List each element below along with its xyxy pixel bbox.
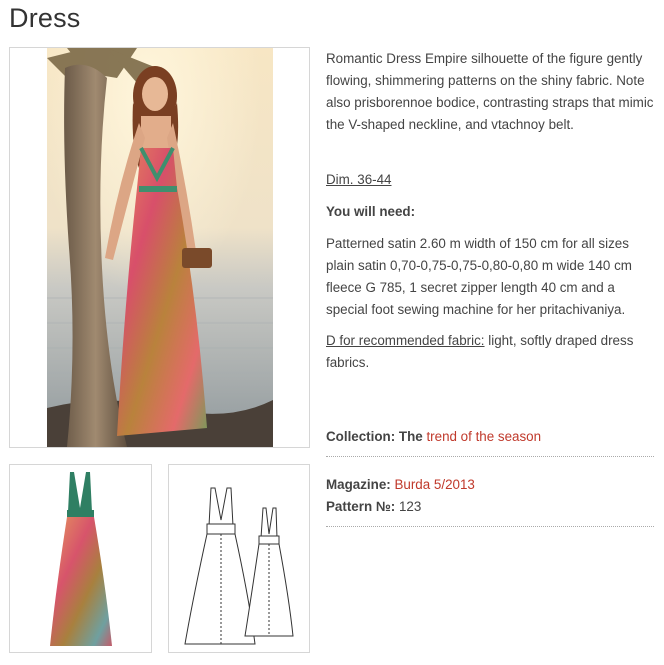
- thumbnail-dress-sketch[interactable]: [168, 464, 310, 653]
- sizes-link[interactable]: Dim. 36-44: [326, 169, 656, 191]
- main-photo[interactable]: [9, 47, 310, 448]
- you-will-need-heading: You will need:: [326, 204, 416, 219]
- thumbnail-dress-photo[interactable]: [9, 464, 152, 653]
- pattern-label: Pattern №:: [326, 499, 396, 514]
- thumbnail-dress-image: [50, 472, 112, 646]
- magazine-row: Magazine: Burda 5/2013: [326, 474, 656, 496]
- collection-the: The: [395, 429, 427, 444]
- magazine-link[interactable]: Burda 5/2013: [394, 477, 474, 492]
- pattern-row: Pattern №: 123: [326, 496, 656, 518]
- magazine-label: Magazine:: [326, 477, 391, 492]
- main-photo-image: [47, 48, 273, 447]
- divider: [326, 456, 654, 457]
- divider: [326, 526, 654, 527]
- recommended-fabric-label[interactable]: D for recommended fabric:: [326, 333, 485, 348]
- materials-text: Patterned satin 2.60 m width of 150 cm f…: [326, 236, 632, 317]
- collection-label: Collection:: [326, 429, 396, 444]
- description-text: Romantic Dress Empire silhouette of the …: [326, 51, 654, 132]
- dress-sketch-image: [184, 487, 294, 645]
- collection-link[interactable]: trend of the season: [426, 429, 541, 444]
- page-title: Dress: [9, 3, 81, 33]
- recommended-fabric: D for recommended fabric: light, softly …: [326, 330, 656, 374]
- collection-row: Collection: The trend of the season: [326, 426, 656, 448]
- pattern-number: 123: [395, 499, 422, 514]
